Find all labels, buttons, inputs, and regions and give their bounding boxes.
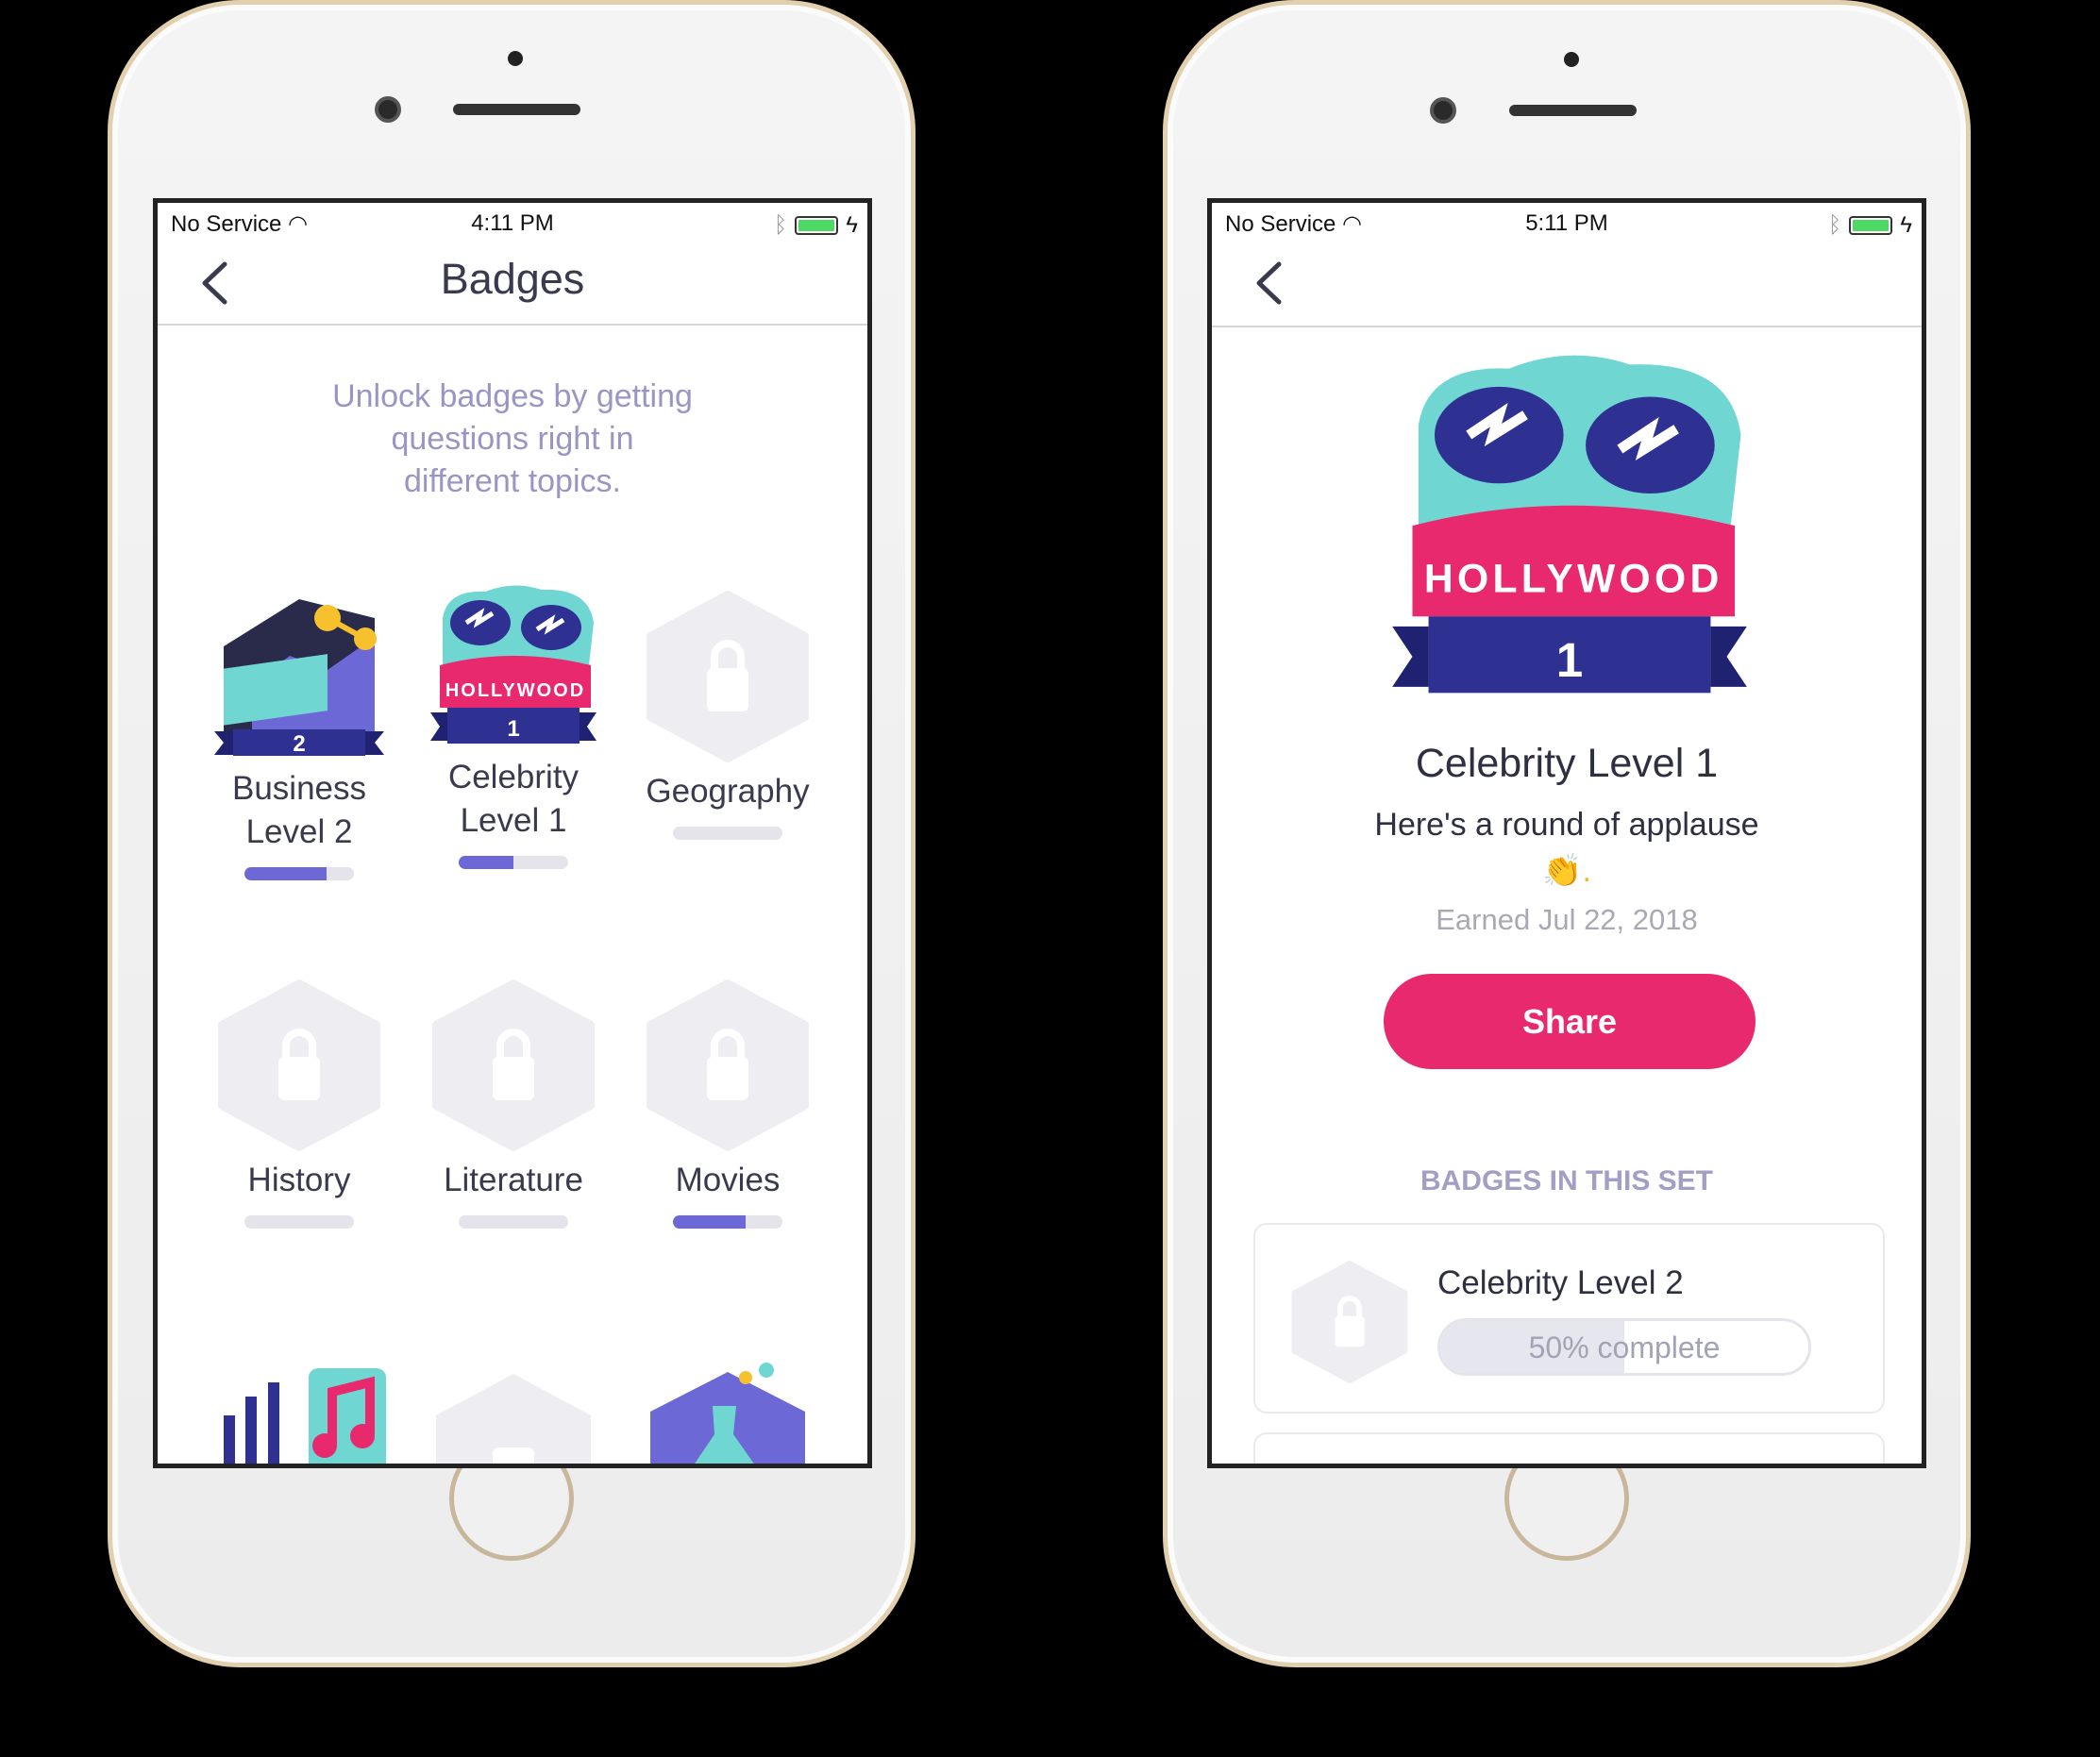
set-item-card[interactable] bbox=[1253, 1432, 1885, 1464]
hollywood-badge-large-icon: HOLLYWOOD 1 bbox=[1392, 355, 1747, 694]
badge-label: Geography bbox=[646, 773, 810, 810]
badge-progress-bar bbox=[244, 867, 354, 880]
status-time: 5:11 PM bbox=[1525, 210, 1608, 236]
badge-message: Here's a round of applause bbox=[1374, 807, 1759, 843]
bluetooth-icon: ᛒ bbox=[773, 212, 788, 238]
svg-text:1: 1 bbox=[1556, 633, 1584, 687]
sensor-dot bbox=[1564, 52, 1579, 67]
locked-hex-icon bbox=[647, 591, 809, 762]
intro-text: Unlock badges by getting questions right … bbox=[332, 378, 693, 499]
badge-label: History bbox=[247, 1162, 351, 1198]
status-bar: No Service ◠ 4:11 PM ᛒϟ bbox=[167, 210, 858, 239]
badge-celebrity-level-1[interactable]: HOLLYWOOD 1 Celebrity Level 1 bbox=[410, 580, 617, 869]
locked-hex-icon bbox=[647, 979, 809, 1151]
battery-icon bbox=[795, 216, 839, 235]
badge-progress-bar bbox=[673, 827, 782, 840]
badge-progress-bar bbox=[244, 1215, 354, 1229]
badge-label: Business Level 2 bbox=[231, 770, 367, 850]
charging-icon: ϟ bbox=[846, 212, 858, 238]
battery-icon bbox=[1849, 216, 1893, 235]
share-button[interactable]: Share bbox=[1384, 974, 1756, 1069]
sensor-dot bbox=[508, 51, 523, 66]
clap-emoji: 👏. bbox=[1542, 853, 1591, 889]
back-chevron-icon[interactable] bbox=[1254, 261, 1283, 305]
badge-progress-bar bbox=[459, 856, 568, 869]
locked-hex-icon bbox=[432, 979, 595, 1151]
page-title: Badges bbox=[440, 255, 585, 303]
charging-icon: ϟ bbox=[1900, 212, 1912, 238]
section-title: BADGES IN THIS SET bbox=[1420, 1165, 1714, 1196]
bluetooth-icon: ᛒ bbox=[1827, 212, 1842, 238]
hollywood-badge-icon: HOLLYWOOD 1 bbox=[430, 585, 596, 744]
badge-progress-bar bbox=[673, 1215, 782, 1229]
badge-movies[interactable]: Movies bbox=[624, 979, 832, 1229]
set-item-card[interactable]: Celebrity Level 2 50% complete bbox=[1253, 1223, 1885, 1414]
locked-hex-icon bbox=[218, 979, 380, 1151]
earpiece-speaker bbox=[453, 104, 580, 115]
svg-text:2: 2 bbox=[293, 731, 305, 757]
svg-text:HOLLYWOOD: HOLLYWOOD bbox=[445, 680, 585, 701]
status-time: 4:11 PM bbox=[471, 210, 554, 236]
svg-text:1: 1 bbox=[507, 716, 519, 742]
science-badge-icon[interactable] bbox=[647, 1359, 809, 1468]
badge-detail-screen: No Service ◠ 5:11 PM ᛒϟ HOLLYWOOD 1 Cele… bbox=[1207, 198, 1926, 1468]
nav-divider bbox=[1212, 326, 1922, 327]
badge-business-level-2[interactable]: 2 Business Level 2 bbox=[195, 580, 403, 880]
set-item-title: Celebrity Level 2 bbox=[1437, 1264, 1684, 1301]
music-badge-icon[interactable] bbox=[219, 1359, 389, 1468]
badges-screen: No Service ◠ 4:11 PM ᛒϟ Badges Unlock ba… bbox=[153, 198, 872, 1468]
front-camera bbox=[1430, 97, 1456, 124]
locked-hex-icon bbox=[1291, 1261, 1408, 1383]
svg-text:HOLLYWOOD: HOLLYWOOD bbox=[1424, 557, 1723, 602]
business-badge-icon: 2 bbox=[214, 599, 384, 757]
status-bar: No Service ◠ 5:11 PM ᛒϟ bbox=[1221, 210, 1912, 239]
locked-hex-icon[interactable] bbox=[432, 1370, 595, 1468]
badge-title: Celebrity Level 1 bbox=[1415, 741, 1719, 786]
earned-date: Earned Jul 22, 2018 bbox=[1436, 903, 1698, 936]
badge-history[interactable]: History bbox=[195, 979, 403, 1229]
badge-label: Literature bbox=[444, 1162, 583, 1198]
badge-label: Celebrity Level 1 bbox=[447, 759, 580, 839]
badge-literature[interactable]: Literature bbox=[410, 979, 617, 1229]
badge-label: Movies bbox=[675, 1162, 781, 1198]
badge-progress-bar bbox=[459, 1215, 568, 1229]
front-camera bbox=[375, 96, 401, 123]
set-item-progress-bar: 50% complete bbox=[1437, 1318, 1811, 1376]
badge-geography[interactable]: Geography bbox=[624, 591, 832, 840]
earpiece-speaker bbox=[1509, 105, 1637, 116]
nav-divider bbox=[158, 324, 867, 326]
